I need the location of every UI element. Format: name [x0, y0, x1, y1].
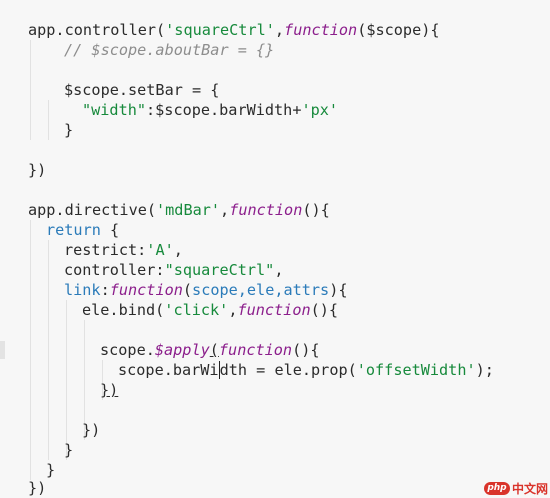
code-editor[interactable]: app.controller('squareCtrl',function($sc…	[0, 0, 550, 497]
code-line-19: })	[28, 479, 47, 497]
indent-guide	[30, 220, 31, 480]
code-line-15: })	[100, 381, 119, 399]
indent-guide	[48, 240, 49, 460]
code-line-7: app.directive('mdBar',function(){	[28, 201, 330, 219]
code-line-3: $scope.setBar = {	[64, 81, 220, 99]
code-line-8: return {	[46, 221, 120, 239]
code-line-11: link:function(scope,ele,attrs){	[64, 281, 348, 299]
code-line-1: app.controller('squareCtrl',function($sc…	[28, 21, 440, 39]
code-line-9: restrict:'A',	[64, 241, 183, 259]
watermark-text: 中文网	[511, 481, 548, 496]
code-line-5: }	[64, 121, 74, 139]
code-line-13: scope.$apply(function(){	[100, 341, 320, 359]
indent-guide	[48, 100, 49, 140]
code-line-18: }	[46, 461, 56, 479]
watermark: php 中文网	[483, 481, 548, 496]
code-line-2: // $scope.aboutBar = {}	[64, 41, 275, 59]
indent-guide	[66, 300, 67, 460]
code-line-14: scope.barWidth = ele.prop('offsetWidth')…	[118, 361, 494, 379]
code-line-17: }	[64, 441, 74, 459]
indent-guide	[30, 40, 31, 140]
code-line-6: })	[28, 161, 47, 179]
code-line-16: })	[82, 421, 101, 439]
gutter-marker	[0, 341, 5, 359]
code-line-12: ele.bind('click',function(){	[82, 301, 339, 319]
code-line-4: "width":$scope.barWidth+'px'	[82, 101, 339, 119]
php-logo: php	[483, 481, 510, 495]
code-line-10: controller:"squareCtrl",	[64, 261, 284, 279]
